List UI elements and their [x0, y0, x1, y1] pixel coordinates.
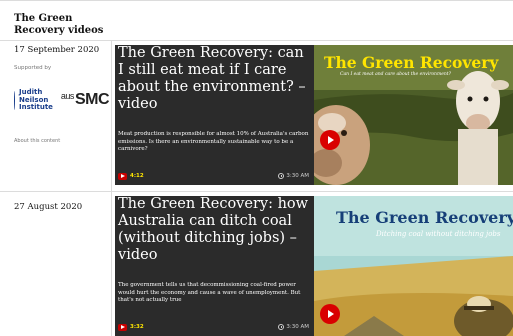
card-text-panel: The Green Recovery: can I still eat meat… — [115, 45, 314, 185]
video-card[interactable]: The Green Recovery: how Australia can di… — [115, 196, 513, 336]
card-meta: 4:12 3:30 AM — [118, 171, 309, 181]
sponsor-logos: Judith Neilson Institute ausSMC — [14, 88, 110, 112]
clock-icon — [278, 173, 285, 179]
page-top-rule — [0, 0, 513, 1]
thumbnail-title: The Green Recovery — [336, 208, 513, 227]
judith-neilson-logo[interactable]: Judith Neilson Institute — [19, 88, 53, 112]
card-headline[interactable]: The Green Recovery: how Australia can di… — [118, 196, 310, 264]
duration-label: 4:12 — [130, 173, 144, 179]
play-icon[interactable] — [320, 130, 340, 150]
card-standfirst: Meat production is responsible for almos… — [118, 131, 309, 152]
video-icon — [118, 172, 127, 180]
time-label: 3:30 AM — [286, 173, 309, 179]
column-divider — [111, 40, 112, 336]
video-thumbnail[interactable]: The Green Recovery Ditching coal without… — [314, 196, 513, 336]
duration-label: 3:32 — [130, 324, 144, 330]
card-text-panel: The Green Recovery: how Australia can di… — [115, 196, 314, 336]
section-title: The Green Recovery videos — [14, 13, 104, 36]
video-icon — [118, 323, 127, 331]
publish-date: 17 September 2020 — [14, 45, 100, 55]
video-duration: 4:12 — [118, 172, 144, 180]
card-headline[interactable]: The Green Recovery: can I still eat meat… — [118, 45, 310, 113]
card-standfirst: The government tells us that decommissio… — [118, 282, 301, 303]
publish-date: 27 August 2020 — [14, 202, 83, 212]
time-label: 3:30 AM — [286, 324, 309, 330]
smc-prefix: aus — [60, 91, 75, 102]
clock-icon — [278, 324, 285, 330]
item-divider — [0, 191, 513, 192]
judith-neilson-logo-icon[interactable] — [14, 90, 15, 110]
thumbnail-subtitle: Can I eat meat and care about the enviro… — [340, 72, 451, 77]
about-this-content-link[interactable]: About this content — [14, 138, 109, 144]
aus-smc-logo[interactable]: ausSMC — [60, 91, 110, 109]
item-meta: 27 August 2020 — [14, 202, 109, 213]
item-meta: 17 September 2020 Supported by Judith Ne… — [14, 45, 110, 144]
video-card[interactable]: The Green Recovery: can I still eat meat… — [115, 45, 513, 185]
card-meta: 3:32 3:30 AM — [118, 322, 309, 332]
smc-label: SMC — [74, 91, 110, 109]
supported-by-label: Supported by — [14, 65, 52, 71]
video-thumbnail[interactable]: The Green Recovery Can I eat meat and ca… — [314, 45, 513, 185]
thumbnail-title: The Green Recovery — [324, 53, 499, 72]
play-icon[interactable] — [320, 304, 340, 324]
timestamp: 3:30 AM — [278, 324, 309, 330]
thumbnail-subtitle: Ditching coal without ditching jobs — [376, 230, 501, 238]
section-divider — [0, 40, 513, 41]
timestamp: 3:30 AM — [278, 173, 309, 179]
video-duration: 3:32 — [118, 323, 144, 331]
